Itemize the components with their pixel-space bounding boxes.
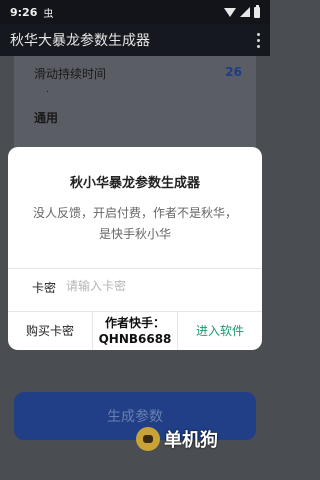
- app-title: 秋华大暴龙参数生成器: [10, 33, 150, 49]
- scroll-duration-value[interactable]: 26: [225, 65, 242, 79]
- settings-dot: .: [46, 84, 50, 95]
- overflow-menu-icon[interactable]: [246, 28, 270, 52]
- card-key-input[interactable]: [66, 275, 246, 297]
- generate-params-button[interactable]: 生成参数: [14, 392, 256, 440]
- license-dialog: 秋小华暴龙参数生成器 没人反馈，开启付费，作者不是秋华，是快手秋小华 卡密 购买…: [8, 147, 262, 350]
- status-time: 9:26: [10, 5, 38, 19]
- general-section-label: 通用: [34, 111, 59, 125]
- author-id: QHNB6688: [98, 331, 172, 346]
- dialog-button-row: 购买卡密 作者快手： QHNB6688 进入软件: [8, 311, 262, 350]
- dialog-message: 没人反馈，开启付费，作者不是秋华，是快手秋小华: [32, 206, 237, 241]
- dog-logo-icon: [136, 427, 160, 451]
- scroll-duration-label: 滑动持续时间: [34, 67, 107, 81]
- buy-card-key-button[interactable]: 购买卡密: [8, 311, 92, 350]
- battery-icon: [254, 4, 260, 18]
- card-key-label: 卡密: [32, 281, 57, 295]
- watermark: 单机狗: [136, 426, 218, 452]
- author-label: 作者快手：: [104, 315, 165, 330]
- notification-icon: 虫: [43, 8, 54, 20]
- dialog-title: 秋小华暴龙参数生成器: [69, 176, 200, 191]
- enter-app-button[interactable]: 进入软件: [178, 311, 262, 350]
- status-bar: 9:26 虫: [0, 0, 270, 24]
- signal-icon: [240, 7, 250, 17]
- app-bar: 秋华大暴龙参数生成器: [0, 24, 270, 56]
- author-kuaishou-button[interactable]: 作者快手： QHNB6688: [92, 311, 178, 350]
- watermark-text: 单机狗: [164, 430, 218, 451]
- wifi-icon: [224, 7, 236, 17]
- status-icons: [224, 4, 260, 18]
- dialog-divider: [8, 268, 262, 269]
